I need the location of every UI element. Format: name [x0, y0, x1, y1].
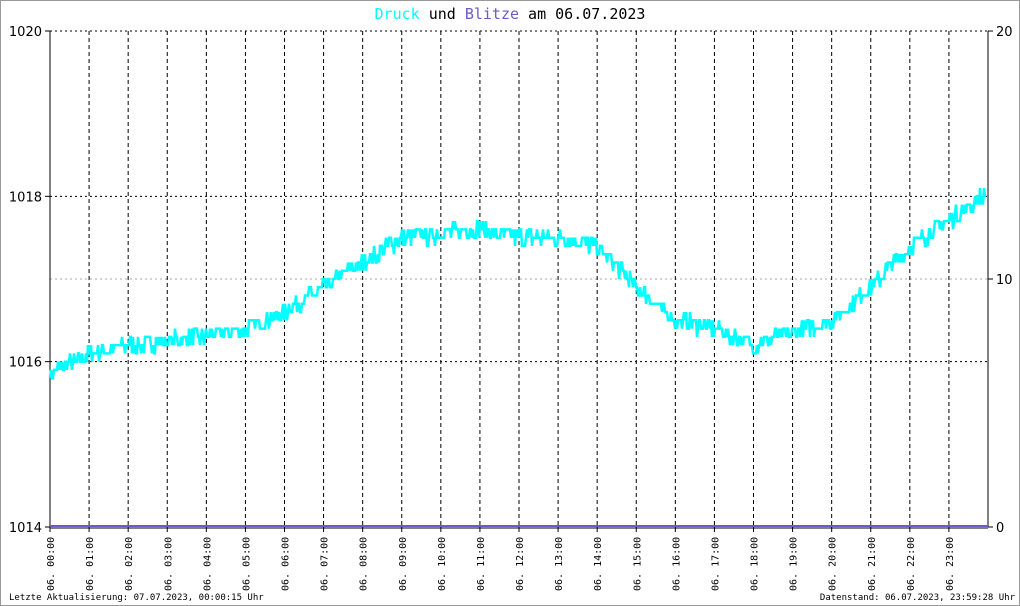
x-tick-label: 06. 05:00	[241, 537, 252, 591]
y-right-tick-label: 0	[996, 521, 1004, 536]
x-tick-label: 06. 11:00	[476, 537, 487, 591]
x-tick-label: 06. 22:00	[906, 537, 917, 591]
x-tick-label: 06. 08:00	[359, 537, 370, 591]
y-right-tick-label: 20	[996, 25, 1013, 40]
x-tick-label: 06. 03:00	[163, 537, 174, 591]
y-left-tick-label: 1020	[9, 25, 42, 40]
x-tick-label: 06. 07:00	[320, 537, 331, 591]
footer-last-update: Letzte Aktualisierung: 07.07.2023, 00:00…	[9, 593, 264, 603]
y-left-tick-label: 1016	[9, 356, 42, 371]
chart-container: Druck und Blitze am 06.07.2023 06. 00:00…	[0, 0, 1020, 606]
x-tick-label: 06. 23:00	[945, 537, 956, 591]
y-left-tick-label: 1018	[9, 190, 42, 205]
x-tick-label: 06. 18:00	[750, 537, 761, 591]
x-tick-label: 06. 16:00	[671, 537, 682, 591]
x-tick-label: 06. 20:00	[828, 537, 839, 591]
x-tick-label: 06. 13:00	[554, 537, 565, 591]
y-left-tick-label: 1014	[9, 521, 42, 536]
series-druck	[48, 187, 987, 380]
x-tick-label: 06. 01:00	[85, 537, 96, 591]
x-tick-label: 06. 12:00	[515, 537, 526, 591]
x-tick-label: 06. 19:00	[789, 537, 800, 591]
x-tick-label: 06. 06:00	[281, 537, 292, 591]
x-tick-label: 06. 15:00	[632, 537, 643, 591]
x-tick-label: 06. 04:00	[202, 537, 213, 591]
x-tick-label: 06. 14:00	[593, 537, 604, 591]
x-tick-label: 06. 21:00	[867, 537, 878, 591]
x-tick-label: 06. 00:00	[46, 537, 57, 591]
y-right-tick-label: 10	[996, 273, 1013, 288]
x-tick-label: 06. 09:00	[398, 537, 409, 591]
x-tick-label: 06. 02:00	[124, 537, 135, 591]
x-tick-label: 06. 10:00	[437, 537, 448, 591]
plot-area: 06. 00:00 06. 01:00 06. 02:00 06. 03:00 06. …	[9, 25, 1013, 591]
footer-data-status: Datenstand: 06.07.2023, 23:59:28 Uhr	[819, 593, 1015, 603]
x-tick-label: 06. 17:00	[710, 537, 721, 591]
